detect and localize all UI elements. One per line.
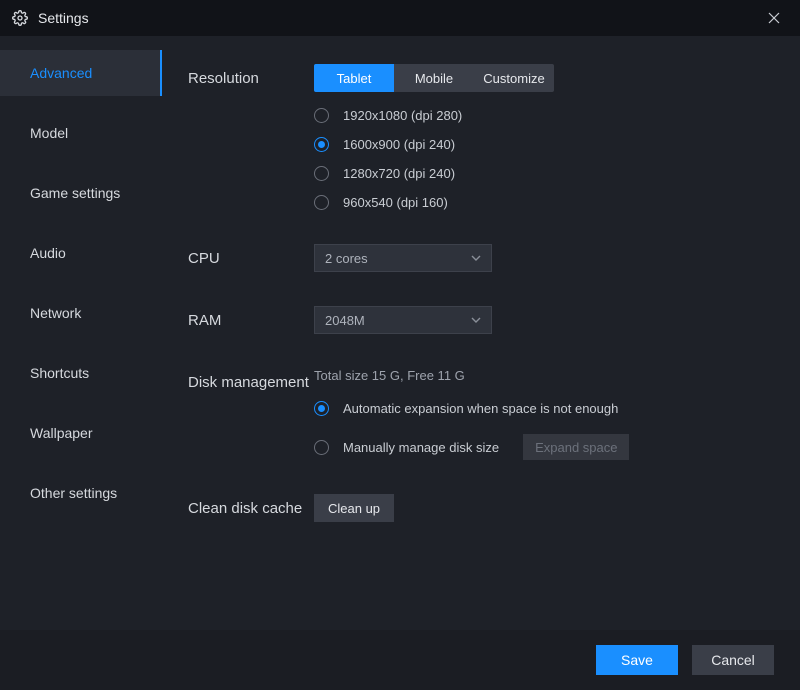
cpu-select-value: 2 cores — [325, 251, 368, 266]
sidebar-item-label: Network — [30, 305, 81, 321]
sidebar-item-label: Advanced — [30, 65, 92, 81]
tab-customize[interactable]: Customize — [474, 64, 554, 92]
sidebar: Advanced Model Game settings Audio Netwo… — [0, 36, 162, 630]
disk-option-auto[interactable]: Automatic expansion when space is not en… — [314, 401, 772, 416]
ram-select[interactable]: 2048M — [314, 306, 492, 334]
disk-option-label: Automatic expansion when space is not en… — [343, 401, 618, 416]
tab-tablet[interactable]: Tablet — [314, 64, 394, 92]
sidebar-item-label: Shortcuts — [30, 365, 89, 381]
sidebar-item-advanced[interactable]: Advanced — [0, 50, 162, 96]
disk-mode-options: Automatic expansion when space is not en… — [314, 401, 772, 460]
resolution-option-label: 960x540 (dpi 160) — [343, 195, 448, 210]
resolution-option-label: 1280x720 (dpi 240) — [343, 166, 455, 181]
cancel-button[interactable]: Cancel — [692, 645, 774, 675]
radio-icon — [314, 137, 329, 152]
resolution-options: 1920x1080 (dpi 280) 1600x900 (dpi 240) 1… — [314, 108, 772, 210]
footer: Save Cancel — [0, 630, 800, 690]
expand-space-button[interactable]: Expand space — [523, 434, 629, 460]
disk-status-text: Total size 15 G, Free 11 G — [314, 368, 772, 383]
resolution-mode-tabs: Tablet Mobile Customize — [314, 64, 554, 92]
radio-icon — [314, 166, 329, 181]
row-disk: Disk management Total size 15 G, Free 11… — [188, 368, 772, 460]
cpu-select[interactable]: 2 cores — [314, 244, 492, 272]
disk-option-manual[interactable]: Manually manage disk size Expand space — [314, 434, 772, 460]
radio-icon — [314, 195, 329, 210]
sidebar-item-network[interactable]: Network — [0, 290, 162, 336]
tab-mobile[interactable]: Mobile — [394, 64, 474, 92]
sidebar-item-label: Wallpaper — [30, 425, 93, 441]
save-button[interactable]: Save — [596, 645, 678, 675]
cpu-label: CPU — [188, 244, 314, 270]
titlebar: Settings — [0, 0, 800, 36]
radio-icon — [314, 440, 329, 455]
row-cpu: CPU 2 cores — [188, 244, 772, 272]
settings-icon — [12, 10, 28, 26]
resolution-option[interactable]: 960x540 (dpi 160) — [314, 195, 772, 210]
disk-label: Disk management — [188, 368, 314, 394]
row-resolution: Resolution Tablet Mobile Customize 1920x… — [188, 64, 772, 210]
sidebar-item-wallpaper[interactable]: Wallpaper — [0, 410, 162, 456]
sidebar-item-label: Model — [30, 125, 68, 141]
row-clean-cache: Clean disk cache Clean up — [188, 494, 772, 522]
sidebar-item-game-settings[interactable]: Game settings — [0, 170, 162, 216]
sidebar-item-label: Audio — [30, 245, 66, 261]
resolution-option[interactable]: 1920x1080 (dpi 280) — [314, 108, 772, 123]
close-button[interactable] — [760, 4, 788, 32]
resolution-option[interactable]: 1280x720 (dpi 240) — [314, 166, 772, 181]
close-icon — [768, 12, 780, 24]
window-title: Settings — [38, 10, 89, 26]
chevron-down-icon — [471, 255, 481, 261]
sidebar-item-model[interactable]: Model — [0, 110, 162, 156]
sidebar-item-audio[interactable]: Audio — [0, 230, 162, 276]
sidebar-item-other-settings[interactable]: Other settings — [0, 470, 162, 516]
ram-select-value: 2048M — [325, 313, 365, 328]
sidebar-item-label: Game settings — [30, 185, 120, 201]
resolution-option-label: 1920x1080 (dpi 280) — [343, 108, 462, 123]
sidebar-item-shortcuts[interactable]: Shortcuts — [0, 350, 162, 396]
chevron-down-icon — [471, 317, 481, 323]
sidebar-item-label: Other settings — [30, 485, 117, 501]
settings-window: Settings Advanced Model Game settings Au… — [0, 0, 800, 690]
content-panel: Resolution Tablet Mobile Customize 1920x… — [162, 36, 800, 630]
resolution-option-label: 1600x900 (dpi 240) — [343, 137, 455, 152]
radio-icon — [314, 401, 329, 416]
resolution-label: Resolution — [188, 64, 314, 90]
ram-label: RAM — [188, 306, 314, 332]
clean-cache-label: Clean disk cache — [188, 494, 314, 520]
disk-option-label: Manually manage disk size — [343, 440, 499, 455]
resolution-option[interactable]: 1600x900 (dpi 240) — [314, 137, 772, 152]
clean-up-button[interactable]: Clean up — [314, 494, 394, 522]
radio-icon — [314, 108, 329, 123]
row-ram: RAM 2048M — [188, 306, 772, 334]
